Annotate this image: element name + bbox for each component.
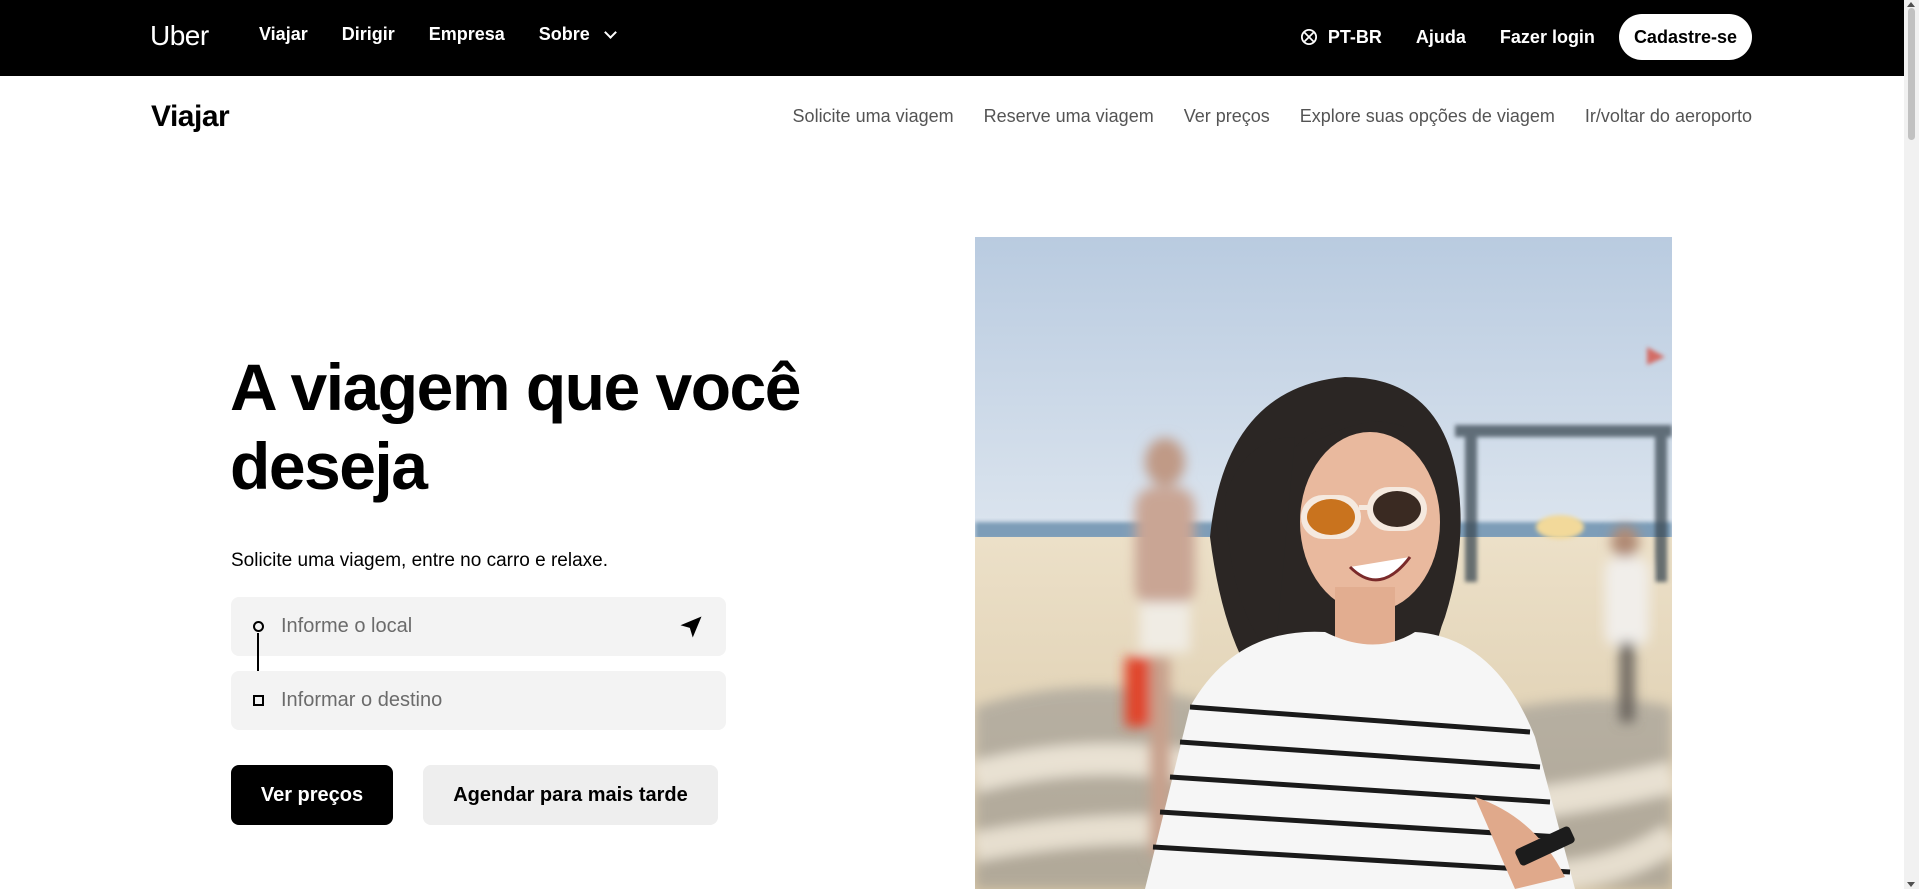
login-link[interactable]: Fazer login xyxy=(1500,27,1595,48)
hero-subtitle: Solicite uma viagem, entre no carro e re… xyxy=(231,550,609,571)
subnav-link-airport[interactable]: Ir/voltar do aeroporto xyxy=(1585,106,1752,127)
top-navigation-bar: Uber Viajar Dirigir Empresa Sobre PT-BR … xyxy=(0,0,1904,76)
account-nav: PT-BR Ajuda Fazer login Cadastre-se xyxy=(1300,14,1752,60)
section-subnav: Viajar Solicite uma viagem Reserve uma v… xyxy=(0,76,1904,158)
nav-item-sobre-label: Sobre xyxy=(538,24,590,44)
scroll-down-arrow-icon[interactable] xyxy=(1907,882,1915,887)
nav-item-empresa[interactable]: Empresa xyxy=(429,24,505,45)
see-prices-button[interactable]: Ver preços xyxy=(231,765,393,825)
hero-title: A viagem que você deseja xyxy=(230,350,801,503)
subnav-link-prices[interactable]: Ver preços xyxy=(1184,106,1270,127)
nav-item-dirigir[interactable]: Dirigir xyxy=(342,24,395,45)
nav-item-viajar[interactable]: Viajar xyxy=(259,24,308,45)
globe-icon xyxy=(1300,28,1317,46)
pickup-dot-icon xyxy=(253,621,264,632)
signup-button[interactable]: Cadastre-se xyxy=(1618,14,1752,60)
nav-item-sobre[interactable]: Sobre xyxy=(538,24,617,45)
pickup-location-input[interactable]: Informe o local xyxy=(231,597,726,656)
dropoff-location-input[interactable]: Informar o destino xyxy=(231,671,726,730)
scrollbar-thumb[interactable] xyxy=(1908,8,1915,140)
hero-photo-illustration xyxy=(975,237,1672,889)
subnav-link-request[interactable]: Solicite uma viagem xyxy=(793,106,954,127)
uber-logo[interactable]: Uber xyxy=(150,20,209,52)
hero-photo xyxy=(975,237,1672,889)
dropoff-placeholder: Informar o destino xyxy=(281,689,443,711)
section-title: Viajar xyxy=(151,100,230,133)
subnav-link-reserve[interactable]: Reserve uma viagem xyxy=(984,106,1154,127)
page-scrollbar[interactable] xyxy=(1904,0,1919,889)
pickup-placeholder: Informe o local xyxy=(281,615,413,637)
language-selector[interactable]: PT-BR xyxy=(1300,27,1382,48)
subnav-link-explore[interactable]: Explore suas opções de viagem xyxy=(1300,106,1555,127)
help-link[interactable]: Ajuda xyxy=(1416,27,1466,48)
navigation-arrow-icon[interactable] xyxy=(677,613,705,641)
dropoff-square-icon xyxy=(253,695,264,706)
primary-nav: Viajar Dirigir Empresa Sobre xyxy=(259,24,617,45)
subnav-links: Solicite uma viagem Reserve uma viagem V… xyxy=(793,106,1752,127)
scroll-up-arrow-icon[interactable] xyxy=(1907,2,1915,7)
language-label: PT-BR xyxy=(1327,26,1382,47)
schedule-later-button[interactable]: Agendar para mais tarde xyxy=(423,765,718,825)
chevron-down-icon xyxy=(603,25,617,39)
